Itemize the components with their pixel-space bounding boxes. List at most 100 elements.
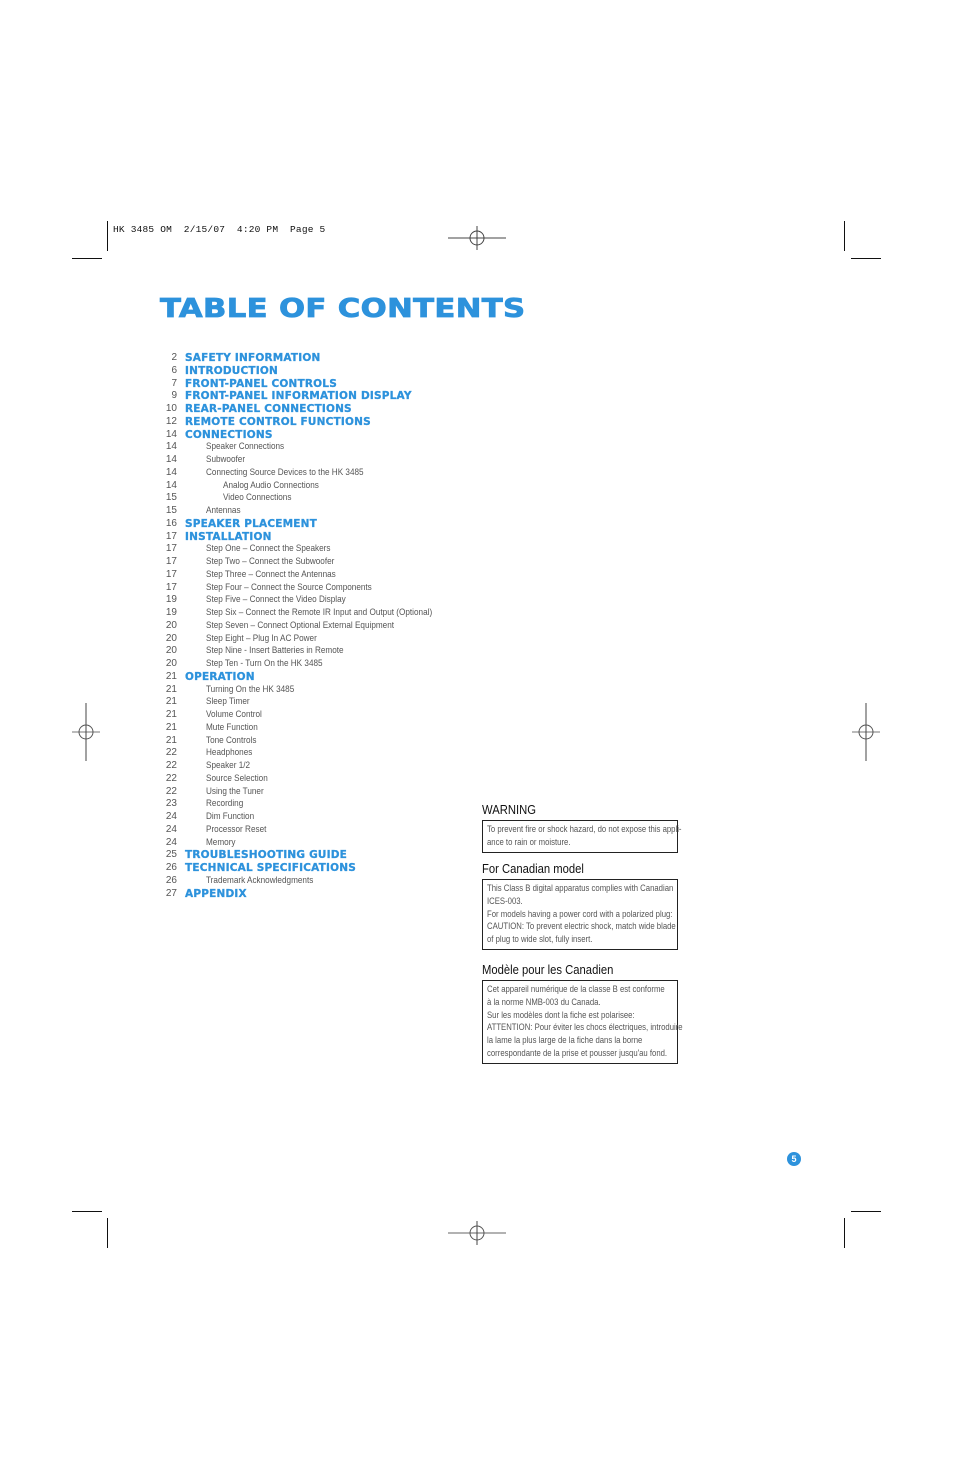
- toc-label: FRONT-PANEL CONTROLS: [185, 377, 337, 390]
- toc-section: 10 REAR-PANEL CONNECTIONS: [150, 403, 480, 416]
- toc-page-number: 20: [165, 658, 177, 669]
- toc-subentry: 20 Step Seven – Connect Optional External…: [150, 620, 480, 633]
- registration-mark-icon: [72, 703, 100, 761]
- notice-line: This Class B digital apparatus complies …: [487, 883, 674, 893]
- notice-line: ATTENTION: Pour éviter les chocs électri…: [487, 1022, 683, 1033]
- toc-section: 21 OPERATION: [150, 671, 480, 684]
- toc-label: Analog Audio Connections: [223, 479, 319, 491]
- toc-label: Step Eight – Plug In AC Power: [206, 632, 317, 644]
- toc-page-number: 22: [165, 772, 177, 784]
- toc-page-number: 7: [171, 377, 177, 389]
- registration-mark-icon: [852, 703, 880, 761]
- toc-page-number: 19: [165, 594, 177, 606]
- toc-label: Step One – Connect the Speakers: [206, 543, 331, 555]
- toc-section: 16 SPEAKER PLACEMENT: [150, 518, 480, 531]
- toc-section: 12 REMOTE CONTROL FUNCTIONS: [150, 416, 480, 429]
- toc-label: Step Six – Connect the Remote IR Input a…: [206, 607, 433, 618]
- notice-line: à la norme NMB-003 du Canada.: [487, 996, 601, 1007]
- toc-label: Connecting Source Devices to the HK 3485: [206, 466, 364, 478]
- toc-label: APPENDIX: [185, 887, 247, 900]
- notice-line: CAUTION: To prevent electric shock, matc…: [487, 921, 676, 932]
- toc-subentry: 15 Video Connections: [150, 492, 480, 505]
- toc-label: Trademark Acknowledgments: [206, 874, 314, 886]
- toc-page-number: 14: [165, 441, 177, 453]
- toc-label: Subwoofer: [206, 454, 246, 465]
- toc-subentry: 17 Step Two – Connect the Subwoofer: [150, 556, 480, 569]
- toc-page-number: 26: [165, 874, 177, 886]
- toc-section: 26 TECHNICAL SPECIFICATIONS: [150, 862, 480, 875]
- notice-box: Cet appareil numérique de la classe B es…: [482, 980, 683, 1064]
- notice-heading: Modèle pour les Canadien: [482, 963, 614, 977]
- toc-page-number: 24: [165, 836, 177, 848]
- toc-page-number: 23: [165, 798, 177, 810]
- toc-label: Mute Function: [206, 721, 258, 733]
- toc-subentry: 14 Analog Audio Connections: [150, 480, 480, 493]
- toc-page-number: 6: [171, 364, 177, 376]
- toc-label: Speaker 1/2: [206, 760, 251, 771]
- toc-page-number: 21: [165, 683, 177, 695]
- toc-page-number: 14: [165, 466, 177, 478]
- toc-label: INTRODUCTION: [185, 364, 278, 377]
- toc-label: Processor Reset: [206, 823, 267, 835]
- toc-page-number: 21: [165, 670, 177, 682]
- toc-page-number: 27: [165, 887, 177, 899]
- toc-subentry: 21 Mute Function: [150, 722, 480, 735]
- toc-label: Memory: [206, 836, 236, 848]
- toc-subentry: 21 Sleep Timer: [150, 696, 480, 709]
- toc-page-number: 21: [165, 734, 177, 746]
- crop-mark-icon: [72, 1211, 102, 1212]
- toc-page-number: 17: [165, 530, 177, 542]
- toc-page-number: 22: [165, 785, 177, 797]
- toc-subentry: 24 Memory: [150, 837, 480, 850]
- toc-page-number: 9: [171, 390, 177, 402]
- toc-subentry: 19 Step Five – Connect the Video Display: [150, 594, 480, 607]
- toc-page-number: 12: [165, 415, 177, 427]
- toc-subentry: 21 Turning On the HK 3485: [150, 684, 480, 697]
- toc-subentry: 17 Step Four – Connect the Source Compone…: [150, 582, 480, 595]
- crop-mark-icon: [107, 221, 108, 251]
- toc-subentry: 20 Step Eight – Plug In AC Power: [150, 633, 480, 646]
- notice-line: of plug to wide slot, fully insert.: [487, 934, 593, 945]
- toc-label: Using the Tuner: [206, 785, 264, 797]
- crop-mark-icon: [844, 221, 845, 251]
- toc-label: Volume Control: [206, 709, 262, 720]
- toc-subentry: 14 Subwoofer: [150, 454, 480, 467]
- toc-label: TECHNICAL SPECIFICATIONS: [185, 862, 356, 874]
- toc-subentry: 20 Step Ten - Turn On the HK 3485: [150, 658, 480, 671]
- toc-label: INSTALLATION: [185, 530, 272, 543]
- toc-page-number: 16: [165, 517, 177, 529]
- toc-page-number: 22: [165, 760, 177, 771]
- canadian-model-notice: For Canadian model This Class B digital …: [482, 862, 678, 950]
- toc-subentry: 20 Step Nine - Insert Batteries in Remote: [150, 645, 480, 658]
- toc-subentry: 15 Antennas: [150, 505, 480, 518]
- warning-notice: WARNING To prevent fire or shock hazard,…: [482, 803, 682, 853]
- toc-label: Step Ten - Turn On the HK 3485: [206, 658, 323, 669]
- toc-subentry: 14 Connecting Source Devices to the HK 34…: [150, 467, 480, 480]
- toc-label: OPERATION: [185, 670, 255, 683]
- notice-line: ance to rain or moisture.: [487, 836, 571, 847]
- toc-page-number: 19: [165, 607, 177, 618]
- toc-label: SAFETY INFORMATION: [185, 352, 321, 364]
- toc-subentry: 23 Recording: [150, 798, 480, 811]
- french-canadian-notice: Modèle pour les Canadien Cet appareil nu…: [482, 963, 683, 1064]
- toc-label: FRONT-PANEL INFORMATION DISPLAY: [185, 390, 412, 403]
- toc-page-number: 2: [171, 352, 177, 363]
- toc-label: REAR-PANEL CONNECTIONS: [185, 403, 352, 415]
- toc-label: Step Two – Connect the Subwoofer: [206, 556, 335, 567]
- toc-subentry: 22 Using the Tuner: [150, 786, 480, 799]
- toc-subentry: 22 Speaker 1/2: [150, 760, 480, 773]
- toc-page-number: 26: [165, 862, 177, 873]
- toc-page-number: 25: [165, 849, 177, 861]
- toc-label: CONNECTIONS: [185, 428, 273, 441]
- toc-section: 6 INTRODUCTION: [150, 365, 480, 378]
- notice-line: For models having a power cord with a po…: [487, 908, 673, 919]
- toc-page-number: 24: [165, 811, 177, 822]
- toc-label: Tone Controls: [206, 734, 257, 746]
- toc-subentry: 22 Source Selection: [150, 773, 480, 786]
- toc-page-number: 10: [165, 403, 177, 414]
- toc-page-number: 20: [165, 619, 177, 631]
- notice-line: Sur les modèles dont la fiche est polari…: [487, 1009, 635, 1020]
- page-number-badge: 5: [787, 1152, 801, 1166]
- notice-line: la lame la plus large de la fiche dans l…: [487, 1035, 643, 1046]
- notice-heading: WARNING: [482, 803, 536, 817]
